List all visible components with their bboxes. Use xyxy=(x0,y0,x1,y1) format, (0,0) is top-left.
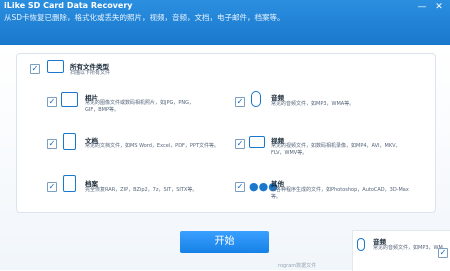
file-type-panel: ✓ 所有文件类型 扫描以下所有文件 ✓ 相片 常见的图像文件或数码相机照片，如J… xyxy=(16,53,436,213)
archive-checkbox[interactable]: ✓ xyxy=(47,182,57,192)
other-checkbox[interactable]: ✓ xyxy=(235,182,245,192)
archive-icon xyxy=(63,175,76,192)
audio-desc: 常见的音频文件，如MP3，WMA等。 xyxy=(271,101,355,107)
document-desc: 常见的文档文件，如MS Word，Excel，PDF，PPT文件等。 xyxy=(85,143,220,149)
document-icon xyxy=(63,133,76,150)
archive-desc: 完全恢复RAR，ZIP，BZip2，7z，SIT，SITX等。 xyxy=(85,187,198,193)
watermark-text: rogram数据文件 xyxy=(278,263,317,269)
hover-popup: 音频 常见的音频文件，如MP3，WM… ✓ xyxy=(352,230,450,271)
monitor-icon xyxy=(47,60,64,73)
microphone-icon xyxy=(251,91,261,107)
title-bar: iLike SD Card Data Recovery 从SD卡恢复已删除，格式… xyxy=(0,0,450,45)
document-checkbox[interactable]: ✓ xyxy=(47,139,57,149)
app-title: iLike SD Card Data Recovery xyxy=(4,1,133,10)
photo-icon xyxy=(61,92,78,107)
video-camera-icon xyxy=(249,136,265,148)
all-types-checkbox[interactable]: ✓ xyxy=(30,64,40,74)
all-types-desc: 扫描以下所有文件 xyxy=(70,70,111,76)
app-subtitle: 从SD卡恢复已删除，格式化或丢失的照片，视频，音频，文档，电子邮件，档案等。 xyxy=(4,13,285,22)
microphone-icon xyxy=(357,238,365,251)
popup-checkbox[interactable]: ✓ xyxy=(438,248,448,258)
video-desc: 常见的视频文件，如数码相机录像，如MP4，AVI，MKV，FLV，WMV等。 xyxy=(271,143,401,156)
close-button[interactable]: ✕ xyxy=(432,2,446,13)
photo-checkbox[interactable]: ✓ xyxy=(47,97,57,107)
minimize-button[interactable]: — xyxy=(415,2,429,13)
start-button[interactable]: 开始 xyxy=(180,231,269,253)
photo-desc: 常见的图像文件或数码相机照片，如JPG，PNG，GIF，BMP等。 xyxy=(85,100,194,113)
audio-checkbox[interactable]: ✓ xyxy=(235,97,245,107)
video-checkbox[interactable]: ✓ xyxy=(235,139,245,149)
popup-desc: 常见的音频文件，如MP3，WM… xyxy=(373,245,448,251)
other-desc: 由各种程序生成的文件，如Photoshop，AutoCAD，3D-Max等。 xyxy=(271,187,409,200)
